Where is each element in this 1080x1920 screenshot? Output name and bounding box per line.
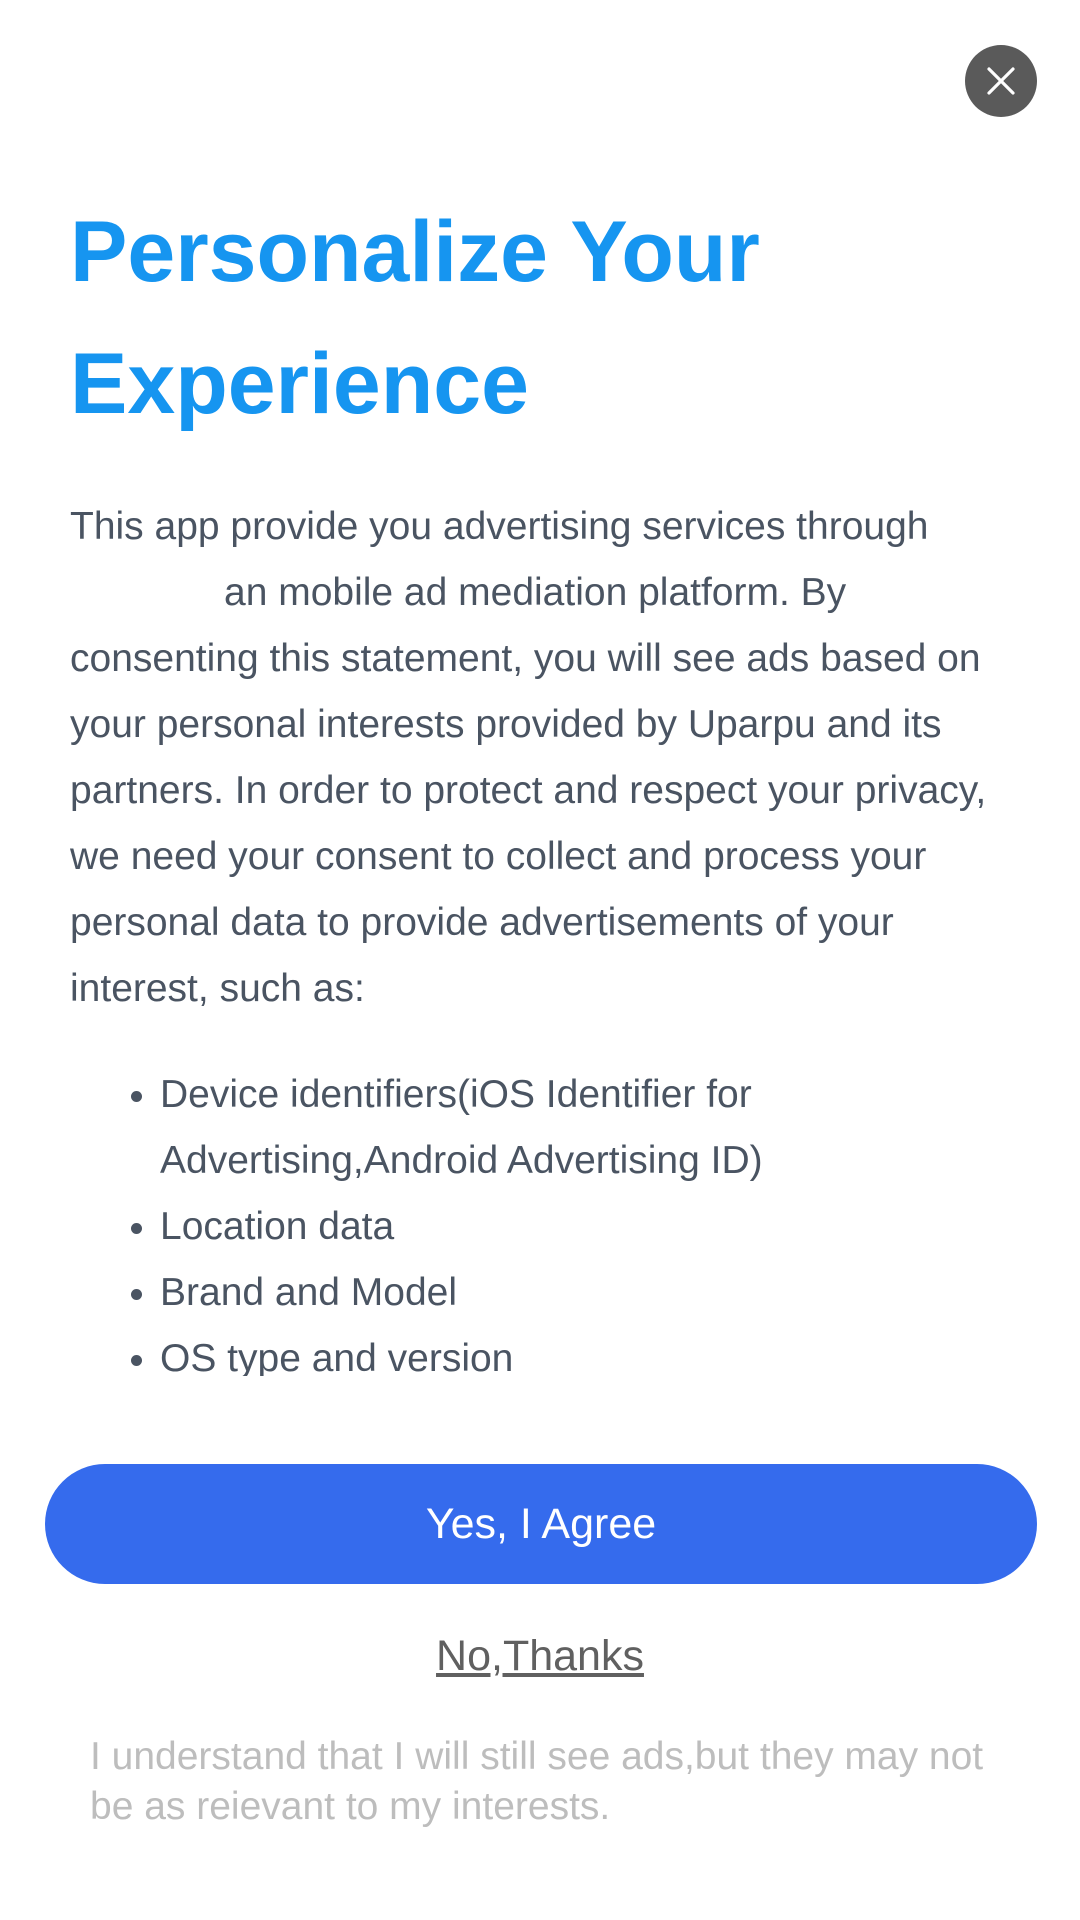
title-line-1: Personalize Your (70, 204, 760, 300)
list-item: OS type and version (160, 1326, 1030, 1376)
consent-dialog: Personalize Your Experience This app pro… (0, 0, 1080, 1920)
list-item: Location data (160, 1194, 1030, 1260)
consent-scroll-area[interactable]: This app provide you advertising service… (70, 494, 1030, 1376)
close-icon (987, 67, 1015, 95)
close-button[interactable] (965, 45, 1037, 117)
list-item: Device identifiers(iOS Identifier for Ad… (160, 1062, 1030, 1194)
dialog-title: Personalize Your Experience (70, 186, 970, 450)
description-part-2: an mobile ad mediation platform. By cons… (70, 571, 987, 1010)
data-collected-list: Device identifiers(iOS Identifier for Ad… (70, 1062, 1030, 1376)
title-line-2: Experience (70, 336, 529, 432)
decline-link[interactable]: No,Thanks (0, 1624, 1080, 1688)
decline-footnote: I understand that I will still see ads,b… (90, 1735, 984, 1828)
consent-description: This app provide you advertising service… (70, 494, 1030, 1022)
agree-button[interactable]: Yes, I Agree (45, 1464, 1037, 1584)
list-item: Brand and Model (160, 1260, 1030, 1326)
description-part-1: This app provide you advertising service… (70, 505, 929, 548)
